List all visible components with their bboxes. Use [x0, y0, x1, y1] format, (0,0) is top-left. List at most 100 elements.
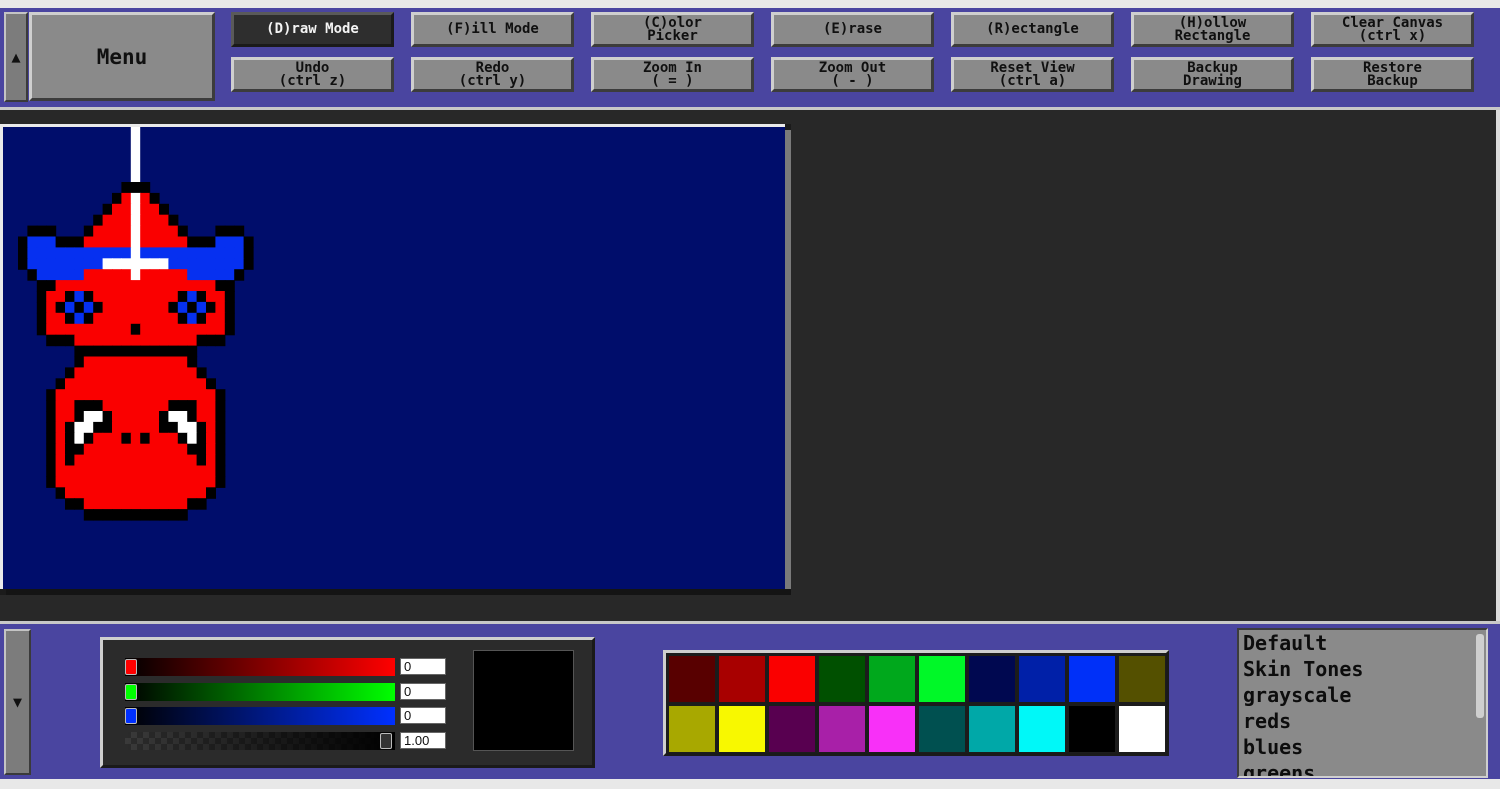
undo-button[interactable]: Undo (ctrl z)	[231, 57, 394, 92]
pixel	[187, 258, 198, 270]
palette-list-item[interactable]: Default	[1239, 630, 1486, 656]
palette-swatch[interactable]	[918, 705, 966, 753]
pixel	[187, 378, 198, 390]
drawing-canvas[interactable]	[3, 127, 785, 589]
collapse-toolbar-button[interactable]: ▲	[4, 12, 28, 102]
alpha-slider-handle[interactable]	[380, 733, 392, 749]
redo-button[interactable]: Redo (ctrl y)	[411, 57, 574, 92]
pixel	[93, 247, 104, 259]
clear-canvas-button[interactable]: Clear Canvas (ctrl x)	[1311, 12, 1474, 47]
palette-list-item[interactable]: blues	[1239, 734, 1486, 760]
pixel	[215, 389, 226, 401]
palette-swatch[interactable]	[968, 705, 1016, 753]
palette-swatch[interactable]	[1068, 705, 1116, 753]
zoom-out-button[interactable]: Zoom Out ( - )	[771, 57, 934, 92]
pixel	[46, 258, 57, 270]
pixel	[140, 476, 151, 488]
pixel	[187, 389, 198, 401]
pixel	[36, 269, 47, 281]
palette-swatch[interactable]	[718, 705, 766, 753]
erase-button[interactable]: (E)rase	[771, 12, 934, 47]
green-slider[interactable]	[125, 683, 395, 701]
palette-swatch[interactable]	[1018, 705, 1066, 753]
pixel	[93, 345, 104, 358]
color-picker-button[interactable]: (C)olor Picker	[591, 12, 754, 47]
pixel	[112, 454, 122, 467]
zoom-in-button[interactable]: Zoom In ( = )	[591, 57, 754, 92]
pixel	[206, 291, 216, 303]
blue-slider[interactable]	[125, 707, 395, 725]
palette-swatch[interactable]	[818, 705, 866, 753]
pixel	[196, 476, 207, 488]
pixel	[121, 421, 132, 434]
palette-swatch[interactable]	[818, 655, 866, 703]
pixel	[196, 411, 207, 423]
pixel	[102, 465, 113, 477]
pixel	[130, 389, 141, 401]
pixel	[27, 258, 38, 270]
draw-mode-button[interactable]: (D)raw Mode	[231, 12, 394, 47]
pixel	[177, 509, 188, 521]
toolbar: ▲ Menu (D)raw Mode (F)ill Mode (C)olor Pic…	[0, 8, 1500, 107]
reset-view-button[interactable]: Reset View (ctrl a)	[951, 57, 1114, 92]
fill-mode-button[interactable]: (F)ill Mode	[411, 12, 574, 47]
palette-swatch[interactable]	[668, 705, 716, 753]
red-value-field[interactable]: 0	[400, 658, 446, 675]
collapse-bottom-panel-button[interactable]: ▼	[4, 629, 31, 775]
rectangle-button[interactable]: (R)ectangle	[951, 12, 1114, 47]
red-slider[interactable]	[125, 658, 395, 676]
palette-swatch[interactable]	[668, 655, 716, 703]
alpha-slider[interactable]	[125, 732, 395, 750]
hollow-rectangle-button[interactable]: (H)ollow Rectangle	[1131, 12, 1294, 47]
pixel	[93, 432, 104, 445]
palette-swatch[interactable]	[1118, 655, 1166, 703]
alpha-value-field[interactable]: 1.00	[400, 732, 446, 749]
palette-swatch[interactable]	[918, 655, 966, 703]
pixel	[74, 334, 85, 347]
pixel	[187, 476, 198, 488]
palette-swatch[interactable]	[1068, 655, 1116, 703]
pixel	[74, 389, 85, 401]
pixel	[168, 356, 179, 368]
pixel	[140, 356, 151, 368]
blue-value-field[interactable]: 0	[400, 707, 446, 724]
pixel	[168, 269, 179, 281]
palette-swatch[interactable]	[868, 705, 916, 753]
backup-drawing-button[interactable]: Backup Drawing	[1131, 57, 1294, 92]
menu-button[interactable]: Menu	[29, 12, 215, 101]
green-slider-handle[interactable]	[125, 684, 137, 700]
palette-list-item[interactable]: Skin Tones	[1239, 656, 1486, 682]
pixel	[112, 400, 122, 412]
palette-swatch[interactable]	[1118, 705, 1166, 753]
pixel	[112, 356, 122, 368]
pixel	[46, 389, 57, 401]
pixel	[149, 247, 160, 259]
pixel	[215, 291, 226, 303]
blue-slider-handle[interactable]	[125, 708, 137, 724]
pixel	[224, 247, 235, 259]
pixel	[140, 465, 151, 477]
palette-list-item[interactable]: reds	[1239, 708, 1486, 734]
palette-swatch[interactable]	[768, 655, 816, 703]
palette-swatch[interactable]	[768, 705, 816, 753]
green-value-field[interactable]: 0	[400, 683, 446, 700]
palette-swatch[interactable]	[868, 655, 916, 703]
pixel	[83, 323, 94, 336]
palette-list-scrollbar[interactable]	[1476, 634, 1484, 718]
palette-list-item[interactable]: greens	[1239, 760, 1486, 776]
pixel	[187, 443, 198, 456]
pixel	[177, 312, 188, 325]
pixel	[149, 487, 160, 499]
pixel	[121, 192, 132, 205]
pixel	[121, 247, 132, 259]
pixel	[149, 203, 160, 216]
palette-list-item[interactable]: grayscale	[1239, 682, 1486, 708]
pixel	[130, 334, 141, 347]
palette-swatch[interactable]	[1018, 655, 1066, 703]
pixel	[177, 236, 188, 248]
palette-swatch[interactable]	[968, 655, 1016, 703]
pixel	[83, 411, 94, 423]
restore-backup-button[interactable]: Restore Backup	[1311, 57, 1474, 92]
palette-swatch[interactable]	[718, 655, 766, 703]
red-slider-handle[interactable]	[125, 659, 137, 675]
